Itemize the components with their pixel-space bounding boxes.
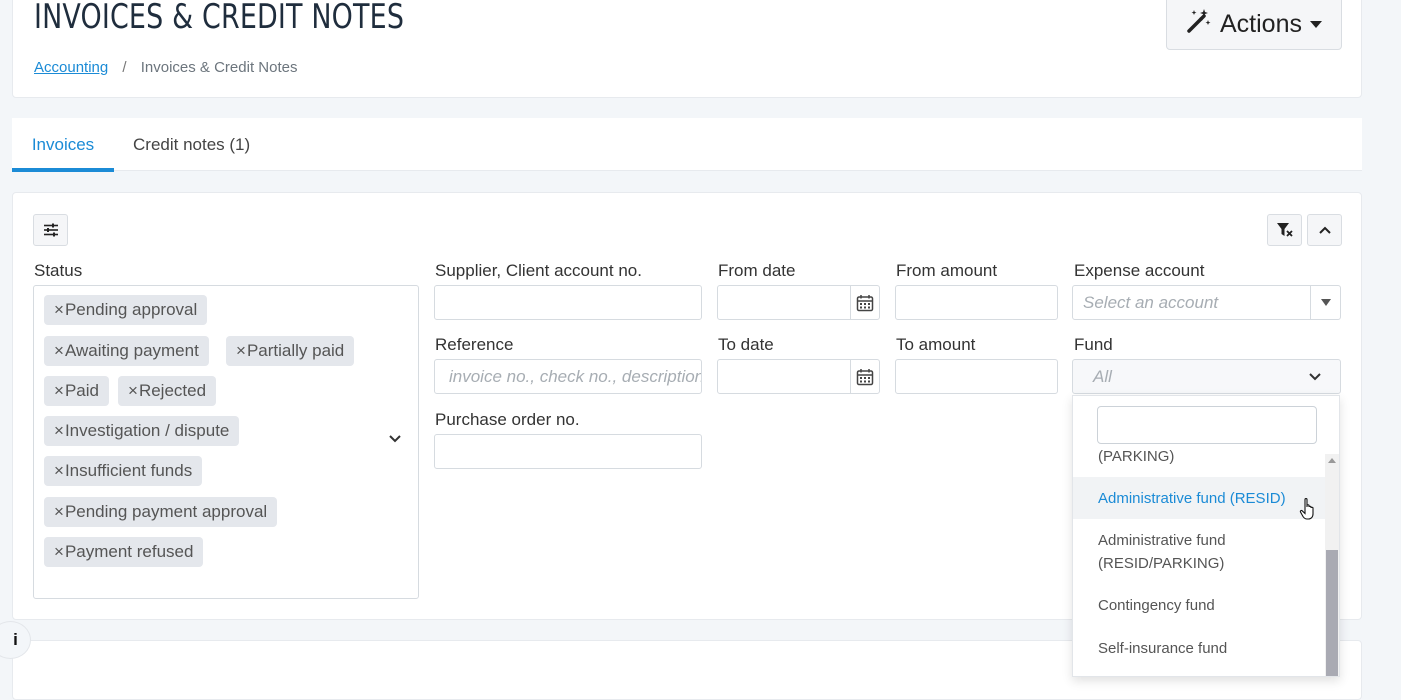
to-date-input[interactable] — [717, 359, 880, 394]
chip-label: Paid — [64, 381, 99, 400]
caret-down-icon — [1320, 299, 1331, 306]
chip-label: Investigation / dispute — [64, 421, 230, 440]
filter-clear-icon — [1276, 223, 1293, 237]
from-amount-input[interactable] — [895, 285, 1058, 320]
chip-remove-icon[interactable]: × — [54, 502, 64, 522]
breadcrumb-current: Invoices & Credit Notes — [140, 59, 298, 76]
calendar-button[interactable] — [850, 286, 879, 319]
chip-remove-icon[interactable]: × — [128, 381, 138, 401]
page-header: INVOICES & CREDIT NOTES Accounting / Inv… — [12, 0, 1362, 98]
tab-invoices[interactable]: Invoices — [12, 118, 114, 172]
fund-select[interactable]: All — [1072, 359, 1341, 394]
status-label: Status — [34, 261, 83, 280]
fund-option[interactable]: Administrative fund (RESID) — [1073, 477, 1327, 519]
expense-account-label: Expense account — [1074, 261, 1205, 280]
reference-input[interactable]: invoice no., check no., description — [434, 359, 702, 394]
page-title: INVOICES & CREDIT NOTES — [34, 0, 405, 37]
chevron-up-icon — [1318, 226, 1331, 234]
chip-label: Payment refused — [64, 542, 194, 561]
fund-value: All — [1093, 366, 1112, 386]
chip-label: Rejected — [138, 381, 207, 400]
tabs-bar: Invoices Credit notes (1) — [12, 118, 1362, 172]
dropdown-scrollbar[interactable] — [1325, 454, 1339, 676]
breadcrumb: Accounting / Invoices & Credit Notes — [34, 59, 297, 76]
chip-label: Awaiting payment — [64, 341, 199, 360]
supplier-input[interactable] — [434, 285, 702, 320]
po-label: Purchase order no. — [435, 410, 580, 429]
status-multiselect[interactable]: × Pending approval × Awaiting payment × Par… — [33, 285, 419, 599]
fund-search-input[interactable] — [1097, 406, 1317, 444]
status-chip[interactable]: × Pending payment approval — [44, 497, 278, 527]
chip-remove-icon[interactable]: × — [54, 542, 64, 562]
status-chip[interactable]: × Rejected — [118, 376, 217, 406]
chip-label: Pending payment approval — [64, 502, 268, 521]
fund-dropdown: (PARKING) Administrative fund (RESID) Ad… — [1072, 395, 1340, 677]
chip-label: Partially paid — [246, 341, 345, 360]
sliders-icon — [43, 223, 58, 237]
chevron-down-icon — [1309, 373, 1321, 381]
caret-down-icon — [1309, 21, 1322, 28]
hand-cursor-icon — [1299, 498, 1314, 520]
magic-wand-icon — [1186, 8, 1212, 41]
chip-remove-icon[interactable]: × — [236, 341, 246, 361]
chip-remove-icon[interactable]: × — [54, 300, 64, 320]
expense-account-select[interactable]: Select an account — [1072, 285, 1341, 320]
supplier-label: Supplier, Client account no. — [435, 261, 642, 280]
actions-button[interactable]: Actions — [1166, 0, 1342, 50]
from-date-input[interactable] — [717, 285, 880, 320]
breadcrumb-accounting-link[interactable]: Accounting — [34, 59, 108, 76]
clear-filters-button[interactable] — [1267, 214, 1302, 246]
status-chip[interactable]: × Partially paid — [226, 336, 355, 366]
breadcrumb-separator: / — [122, 59, 127, 76]
status-chip[interactable]: × Investigation / dispute — [44, 416, 240, 446]
filter-settings-button[interactable] — [33, 214, 68, 246]
chip-remove-icon[interactable]: × — [54, 381, 64, 401]
expense-account-toggle[interactable] — [1310, 286, 1340, 319]
calendar-icon — [856, 294, 874, 311]
status-chip[interactable]: × Pending approval — [44, 295, 208, 325]
reference-label: Reference — [435, 335, 514, 354]
scrollbar-thumb[interactable] — [1326, 550, 1338, 676]
fund-option[interactable]: Administrative fund (RESID/PARKING) — [1073, 529, 1327, 575]
fund-option[interactable]: Contingency fund — [1073, 594, 1327, 617]
actions-label: Actions — [1220, 10, 1302, 38]
calendar-icon — [856, 368, 874, 385]
status-chip[interactable]: × Payment refused — [44, 537, 204, 567]
chip-remove-icon[interactable]: × — [54, 341, 64, 361]
from-date-label: From date — [718, 261, 796, 280]
po-input[interactable] — [434, 434, 702, 469]
calendar-button[interactable] — [850, 360, 879, 393]
chip-label: Insufficient funds — [64, 461, 193, 480]
status-chip[interactable]: × Insufficient funds — [44, 456, 203, 486]
reference-placeholder: invoice no., check no., description — [449, 366, 702, 386]
status-chip[interactable]: × Awaiting payment — [44, 336, 209, 366]
to-amount-input[interactable] — [895, 359, 1058, 394]
status-chip[interactable]: × Paid — [44, 376, 109, 406]
expense-account-placeholder: Select an account — [1083, 292, 1219, 312]
chip-label: Pending approval — [64, 300, 198, 319]
fund-option[interactable]: (PARKING) — [1073, 445, 1327, 468]
collapse-button[interactable] — [1307, 214, 1342, 246]
from-amount-label: From amount — [896, 261, 998, 280]
to-amount-label: To amount — [896, 335, 976, 354]
scroll-up-arrow-icon[interactable] — [1328, 457, 1336, 463]
chip-remove-icon[interactable]: × — [54, 461, 64, 481]
fund-option[interactable]: Self-insurance fund — [1073, 637, 1327, 660]
fund-label: Fund — [1074, 335, 1113, 354]
chip-remove-icon[interactable]: × — [54, 421, 64, 441]
tab-credit-notes[interactable]: Credit notes (1) — [133, 118, 250, 171]
chevron-down-icon[interactable] — [388, 434, 402, 444]
to-date-label: To date — [718, 335, 774, 354]
